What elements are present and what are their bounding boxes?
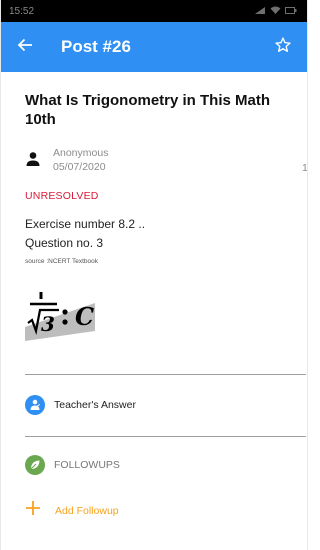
star-outline-icon (274, 36, 292, 59)
teacher-answer-row[interactable]: Teacher's Answer (25, 395, 136, 415)
app-bar: Post #26 (1, 22, 307, 72)
status-bar: 15:52 (1, 0, 307, 22)
favorite-button[interactable] (271, 35, 295, 59)
post-count: 1 (302, 162, 308, 174)
app-screen: 15:52 Post #26 What Is Trigonometry in T… (0, 0, 308, 550)
svg-text:3: 3 (41, 312, 55, 336)
post-date: 05/07/2020 (53, 161, 106, 173)
add-followup-button[interactable]: Add Followup (25, 500, 119, 521)
person-icon (25, 151, 41, 167)
followups-label: FOLLOWUPS (54, 459, 120, 471)
author-row: Anonymous 05/07/2020 1 (25, 146, 307, 174)
svg-text:C: C (75, 302, 94, 331)
page-title: Post #26 (61, 37, 131, 56)
divider (25, 436, 306, 437)
status-time: 15:52 (9, 5, 35, 17)
author-name: Anonymous (53, 147, 109, 159)
arrow-left-icon (17, 37, 33, 58)
back-button[interactable] (13, 35, 37, 59)
teacher-answer-label: Teacher's Answer (54, 399, 136, 411)
status-badge: UNRESOLVED (25, 190, 99, 202)
followups-row[interactable]: FOLLOWUPS (25, 455, 120, 475)
author-info: Anonymous 05/07/2020 (53, 146, 108, 174)
post-body-line: Exercise number 8.2 .. (25, 217, 146, 231)
leaf-icon (25, 455, 45, 475)
post-body-line: Question no. 3 (25, 236, 104, 250)
status-icons (254, 6, 297, 17)
teacher-icon (25, 395, 45, 415)
wifi-icon (270, 6, 281, 17)
post-source: source :NCERT Textbook (25, 258, 98, 265)
divider (25, 374, 306, 375)
post-body: Exercise number 8.2 .. Question no. 3 (25, 215, 307, 253)
attachment-image[interactable]: 3 C (25, 285, 95, 347)
add-followup-label: Add Followup (55, 504, 119, 517)
post-title: What Is Trigonometry in This Math 10th (25, 92, 271, 128)
signal-icon (254, 6, 266, 17)
battery-icon (285, 6, 297, 17)
post-content: What Is Trigonometry in This Math 10th A… (1, 91, 307, 347)
plus-icon (25, 500, 41, 521)
